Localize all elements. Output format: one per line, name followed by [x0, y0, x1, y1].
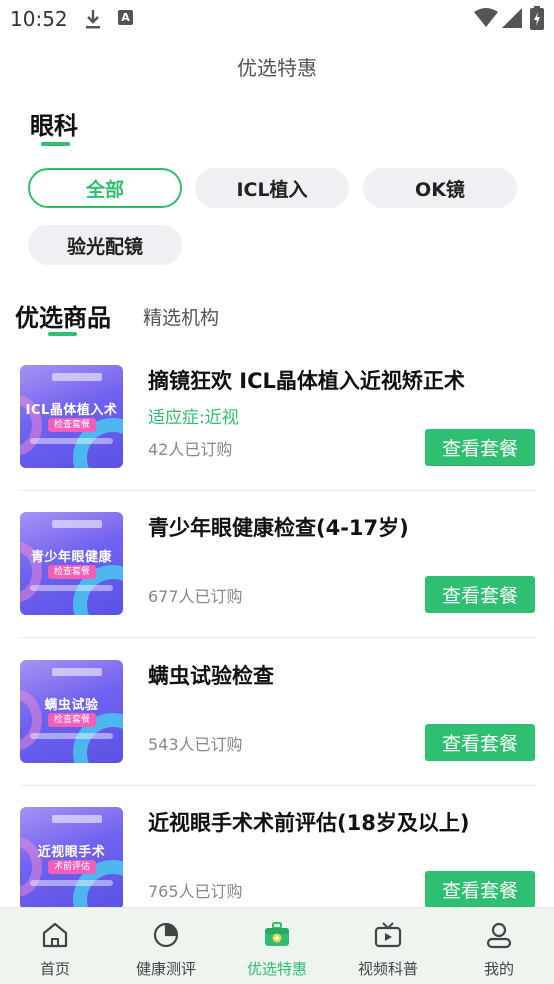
user-icon [486, 922, 512, 949]
product-indication: 适应症:近视 [148, 408, 239, 428]
thumb-logo [52, 373, 102, 381]
product-name[interactable]: 螨虫试验检查 [148, 660, 548, 690]
thumb-logo [52, 520, 102, 528]
nav-label: 优选特惠 [246, 960, 307, 978]
wifi-icon [474, 8, 498, 27]
thumb-badge: 检查套餐 [48, 713, 96, 727]
divider [20, 637, 536, 638]
nav-label: 视频科普 [357, 960, 418, 978]
battery-icon [530, 6, 544, 30]
status-bar: 10:52 A [0, 0, 554, 38]
view-package-button[interactable]: 查看套餐 [425, 429, 535, 466]
chip-icl[interactable]: ICL植入 [195, 168, 349, 208]
thumb-logo [52, 815, 102, 823]
nav-label: 我的 [483, 960, 514, 978]
nav-item-deals[interactable]: 优选特惠 [222, 908, 332, 984]
view-package-button[interactable]: 查看套餐 [425, 724, 535, 761]
thumb-badge: 检查套餐 [48, 418, 96, 432]
chip-ok-lens[interactable]: OK镜 [363, 168, 517, 208]
thumb-title: 螨虫试验 [44, 698, 99, 713]
list-item[interactable]: 近视眼手术 术前评估 近视眼手术术前评估(18岁及以上) 765人已订购 查看套… [0, 787, 554, 907]
product-thumbnail[interactable]: 近视眼手术 术前评估 [20, 807, 123, 907]
thumb-subline [30, 585, 113, 591]
nav-label: 健康测评 [135, 960, 196, 978]
download-icon [86, 10, 100, 29]
thumb-subline [30, 880, 113, 886]
nav-item-profile[interactable]: 我的 [444, 908, 554, 984]
view-package-button[interactable]: 查看套餐 [425, 871, 535, 907]
product-name[interactable]: 摘镜狂欢 ICL晶体植入近视矫正术 [148, 365, 548, 395]
tab-featured-institutions[interactable]: 精选机构 [143, 303, 219, 330]
thumb-title: 青少年眼健康 [30, 550, 112, 565]
product-sold-count: 765人已订购 [148, 882, 243, 901]
thumb-title: ICL晶体植入术 [25, 403, 118, 418]
product-thumbnail[interactable]: 青少年眼健康 检查套餐 [20, 512, 123, 615]
home-icon [42, 922, 68, 948]
category-underline [41, 142, 70, 146]
tab-active-underline [48, 332, 77, 336]
thumb-title: 近视眼手术 [37, 845, 106, 860]
medical-kit-icon [265, 922, 289, 946]
divider [20, 490, 536, 491]
chip-optometry[interactable]: 验光配镜 [28, 225, 182, 265]
thumb-badge: 术前评估 [48, 860, 96, 874]
divider [20, 785, 536, 786]
pie-chart-icon [153, 922, 179, 948]
nav-item-health-assessment[interactable]: 健康测评 [111, 908, 221, 984]
nav-item-home[interactable]: 首页 [0, 908, 110, 984]
product-sold-count: 42人已订购 [148, 440, 233, 459]
nav-label: 首页 [39, 960, 70, 978]
product-thumbnail[interactable]: 螨虫试验 检查套餐 [20, 660, 123, 763]
thumb-subline [30, 733, 113, 739]
tv-play-icon [374, 922, 402, 948]
list-item[interactable]: ICL晶体植入术 检查套餐 摘镜狂欢 ICL晶体植入近视矫正术 适应症:近视 4… [0, 345, 554, 493]
signal-icon [502, 8, 522, 28]
product-name[interactable]: 近视眼手术术前评估(18岁及以上) [148, 807, 548, 837]
thumb-badge: 检查套餐 [48, 565, 96, 579]
status-time: 10:52 [10, 7, 68, 31]
view-package-button[interactable]: 查看套餐 [425, 576, 535, 613]
list-item[interactable]: 螨虫试验 检查套餐 螨虫试验检查 543人已订购 查看套餐 [0, 640, 554, 788]
product-thumbnail[interactable]: ICL晶体植入术 检查套餐 [20, 365, 123, 468]
product-sold-count: 677人已订购 [148, 587, 243, 606]
text-badge-icon: A [118, 10, 133, 25]
list-item[interactable]: 青少年眼健康 检查套餐 青少年眼健康检查(4-17岁) 677人已订购 查看套餐 [0, 492, 554, 640]
thumb-subline [30, 438, 113, 444]
product-name[interactable]: 青少年眼健康检查(4-17岁) [148, 512, 548, 542]
thumb-logo [52, 668, 102, 676]
tab-featured-products[interactable]: 优选商品 [15, 298, 111, 333]
product-sold-count: 543人已订购 [148, 735, 243, 754]
page-title: 优选特惠 [237, 56, 317, 80]
bottom-nav: 首页 健康测评 优选特惠 视频科普 我的 [0, 907, 554, 984]
chip-all[interactable]: 全部 [28, 168, 182, 208]
product-list[interactable]: ICL晶体植入术 检查套餐 摘镜狂欢 ICL晶体植入近视矫正术 适应症:近视 4… [0, 345, 554, 907]
category-title: 眼科 [30, 112, 78, 140]
nav-item-video[interactable]: 视频科普 [333, 908, 443, 984]
